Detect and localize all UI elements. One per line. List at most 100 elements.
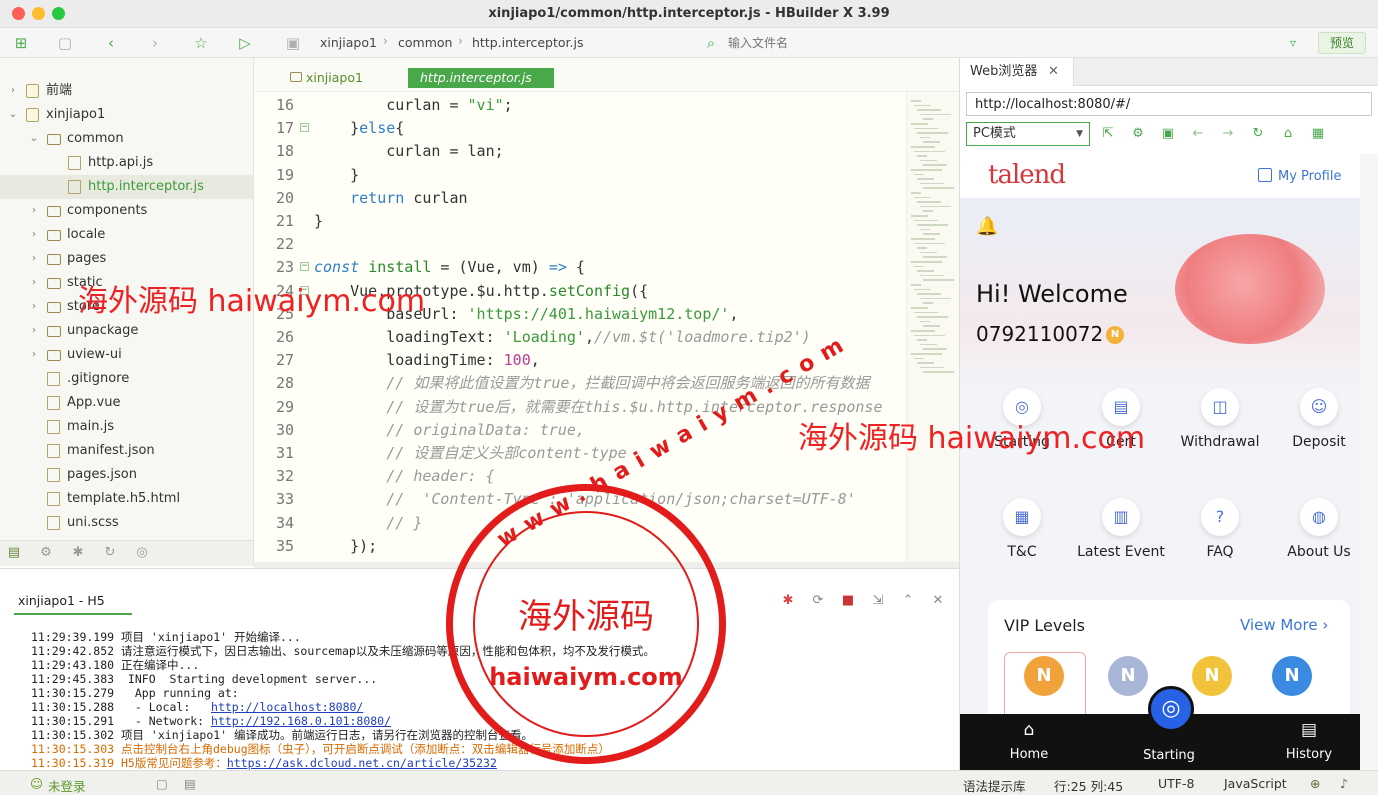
sidebar-item-components[interactable]: › components [0,199,253,223]
app-tab-home[interactable]: ⌂ Home [979,714,1079,770]
sidebar-item-前端[interactable]: › 前端 [0,79,253,103]
settings-icon[interactable]: ⚙ [1130,126,1146,142]
console-tab[interactable]: xinjiapo1 - H5 [18,593,105,608]
code-line[interactable]: 17− }else{ [254,117,906,140]
vip-badge-gold[interactable]: N [1024,656,1064,696]
view-more-link[interactable]: View More › [1240,616,1328,634]
breadcrumb-folder[interactable]: common [398,35,452,50]
open-external-icon[interactable]: ⇱ [1100,126,1116,142]
line-number[interactable]: 26 [254,326,294,349]
profile-icon[interactable] [1258,168,1272,182]
message-icon[interactable]: ▢ [156,776,168,791]
line-number[interactable]: 21 [254,210,294,233]
sidebar-item-pages-json[interactable]: pages.json [0,463,253,487]
file-encoding[interactable]: UTF-8 [1158,776,1194,791]
app-tab-history[interactable]: ▤ History [1259,714,1359,770]
line-number[interactable]: 20 [254,187,294,210]
line-number[interactable]: 27 [254,349,294,372]
forward-arrow-icon[interactable]: → [1220,126,1236,142]
login-status[interactable]: 未登录 [48,776,86,795]
sidebar-item-http-api-js[interactable]: http.api.js [0,151,253,175]
line-number[interactable]: 30 [254,419,294,442]
starting-center-button[interactable]: ◎ [1148,686,1194,732]
sidebar-item--gitignore[interactable]: .gitignore [0,367,253,391]
sidebar-item-main-js[interactable]: main.js [0,415,253,439]
line-number[interactable]: 28 [254,372,294,395]
mode-select[interactable]: PC模式 ▼ [966,122,1090,146]
chevron-right-icon[interactable]: › [29,223,39,247]
code-line[interactable]: 22 [254,233,906,256]
sidebar-item-locale[interactable]: › locale [0,223,253,247]
line-number[interactable]: 19 [254,164,294,187]
menu-item-faq[interactable]: ? FAQ [1170,498,1270,588]
back-icon[interactable]: ‹ [102,34,120,52]
chevron-right-icon[interactable]: › [29,247,39,271]
world-icon[interactable]: ◎ [134,545,150,561]
breadcrumb-project[interactable]: xinjiapo1 [320,35,377,50]
run-icon[interactable]: ▷ [236,34,254,52]
chevron-right-icon[interactable]: › [29,271,39,295]
line-number[interactable]: 18 [254,140,294,163]
menu-item-latest-event[interactable]: ▥ Latest Event [1071,498,1171,588]
code-line[interactable]: 16 curlan = "vi"; [254,94,906,117]
explorer-icon[interactable]: ▤ [6,545,22,561]
menu-item-t-c[interactable]: ▦ T&C [972,498,1072,588]
plugin-icon[interactable]: ⚙ [38,545,54,561]
restart-icon[interactable]: ⟳ [810,593,826,609]
line-number[interactable]: 35 [254,535,294,558]
syntax-hint-library[interactable]: 语法提示库 [963,776,1026,795]
line-number[interactable]: 31 [254,442,294,465]
refresh-icon[interactable]: ↻ [102,545,118,561]
line-number[interactable]: 34 [254,512,294,535]
back-arrow-icon[interactable]: ← [1190,126,1206,142]
console-link[interactable]: http://localhost:8080/ [211,700,363,714]
line-number[interactable]: 22 [254,233,294,256]
notification-bell-icon[interactable]: 🔔 [976,216,998,237]
fold-toggle-icon[interactable]: − [300,123,309,133]
sidebar-item-pages[interactable]: › pages [0,247,253,271]
chevron-right-icon[interactable]: › [29,319,39,343]
code-line[interactable]: 20 return curlan [254,187,906,210]
lock-icon[interactable]: ⌂ [1280,126,1296,142]
url-input[interactable] [966,92,1372,116]
breadcrumb-file[interactable]: http.interceptor.js [472,35,583,50]
tab-folder[interactable]: xinjiapo1 [306,70,363,85]
menu-item-withdrawal[interactable]: ◫ Withdrawal [1170,388,1270,478]
file-language[interactable]: JavaScript [1224,776,1287,791]
browser-vertical-scrollbar[interactable] [1360,154,1378,770]
sidebar-item-xinjiapo1[interactable]: ⌄ xinjiapo1 [0,103,253,127]
reload-icon[interactable]: ↻ [1250,126,1266,142]
sidebar-item-uview-ui[interactable]: › uview-ui [0,343,253,367]
minimap[interactable] [906,92,959,562]
collapse-icon[interactable]: ⌃ [900,593,916,609]
star-icon[interactable]: ☆ [192,34,210,52]
sidebar-item-manifest-json[interactable]: manifest.json [0,439,253,463]
line-number[interactable]: 32 [254,465,294,488]
chevron-down-icon[interactable]: ⌄ [8,103,18,127]
console-icon[interactable]: ▣ [1160,126,1176,142]
tab-http-interceptor[interactable]: http.interceptor.js [408,68,554,88]
sidebar-item-unpackage[interactable]: › unpackage [0,319,253,343]
close-icon[interactable]: ✕ [1048,58,1059,86]
my-profile-link[interactable]: My Profile [1278,169,1341,184]
vip-badge-silver[interactable]: N [1108,656,1148,696]
sidebar-item-app-vue[interactable]: App.vue [0,391,253,415]
menu-item-about-us[interactable]: ◍ About Us [1269,498,1360,588]
debug-bug-icon[interactable]: ✱ [780,593,796,609]
line-number[interactable]: 17 [254,117,294,140]
vip-badge-blue[interactable]: N [1272,656,1312,696]
menu-item-deposit[interactable]: ☺ Deposit [1269,388,1360,478]
code-line[interactable]: 18 curlan = lan; [254,140,906,163]
line-number[interactable]: 16 [254,94,294,117]
sidebar-item-template-h5-html[interactable]: template.h5.html [0,487,253,511]
line-number[interactable]: 33 [254,488,294,511]
save-icon[interactable]: ▢ [56,34,74,52]
forward-icon[interactable]: › [146,34,164,52]
grid-icon[interactable]: ▦ [1310,126,1326,142]
chevron-right-icon[interactable]: › [29,295,39,319]
bell-icon[interactable]: ♪ [1340,776,1348,791]
fold-toggle-icon[interactable]: − [300,262,309,272]
sidebar-item-uni-scss[interactable]: uni.scss [0,511,253,535]
chevron-down-icon[interactable]: ⌄ [29,127,39,151]
sidebar-item-common[interactable]: ⌄ common [0,127,253,151]
